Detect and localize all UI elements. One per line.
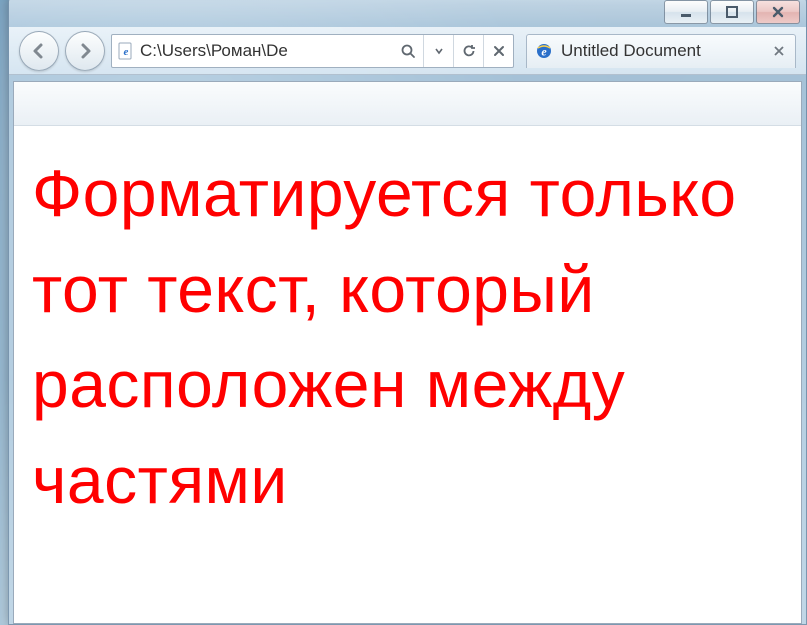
address-input[interactable]: [140, 39, 393, 63]
search-button[interactable]: [393, 35, 423, 67]
browser-window: e: [8, 0, 807, 625]
address-bar: e: [111, 34, 514, 68]
stop-icon: [492, 44, 506, 58]
arrow-left-icon: [29, 41, 49, 61]
navigation-bar: e: [9, 27, 806, 75]
search-icon: [400, 43, 416, 59]
close-icon: [771, 5, 785, 19]
ie-icon: e: [535, 42, 553, 60]
forward-button[interactable]: [65, 31, 105, 71]
svg-text:e: e: [124, 46, 129, 58]
content-frame: Форматируется только тот текст, который …: [13, 81, 802, 624]
refresh-icon: [461, 43, 477, 59]
maximize-button[interactable]: [710, 0, 754, 24]
page-icon: e: [112, 42, 140, 60]
minimize-icon: [679, 5, 693, 19]
tab-strip: e Untitled Document: [526, 34, 796, 68]
tab-close-button[interactable]: [771, 43, 787, 59]
tab-favicon: e: [535, 42, 553, 60]
close-button[interactable]: [756, 0, 800, 24]
back-button[interactable]: [19, 31, 59, 71]
command-bar: [14, 82, 801, 126]
window-controls: [664, 0, 800, 24]
arrow-right-icon: [75, 41, 95, 61]
window-titlebar[interactable]: [9, 0, 806, 27]
chevron-down-icon: [434, 46, 444, 56]
ie-page-icon: e: [117, 42, 135, 60]
address-controls: [393, 35, 513, 67]
tab-title: Untitled Document: [561, 41, 763, 61]
page-body: Форматируется только тот текст, который …: [14, 126, 801, 549]
minimize-button[interactable]: [664, 0, 708, 24]
formatted-text: Форматируется только тот текст, который …: [32, 146, 783, 529]
maximize-icon: [725, 5, 739, 19]
search-dropdown-button[interactable]: [423, 35, 453, 67]
browser-tab[interactable]: e Untitled Document: [526, 34, 796, 68]
refresh-button[interactable]: [453, 35, 483, 67]
close-icon: [773, 45, 785, 57]
stop-button[interactable]: [483, 35, 513, 67]
